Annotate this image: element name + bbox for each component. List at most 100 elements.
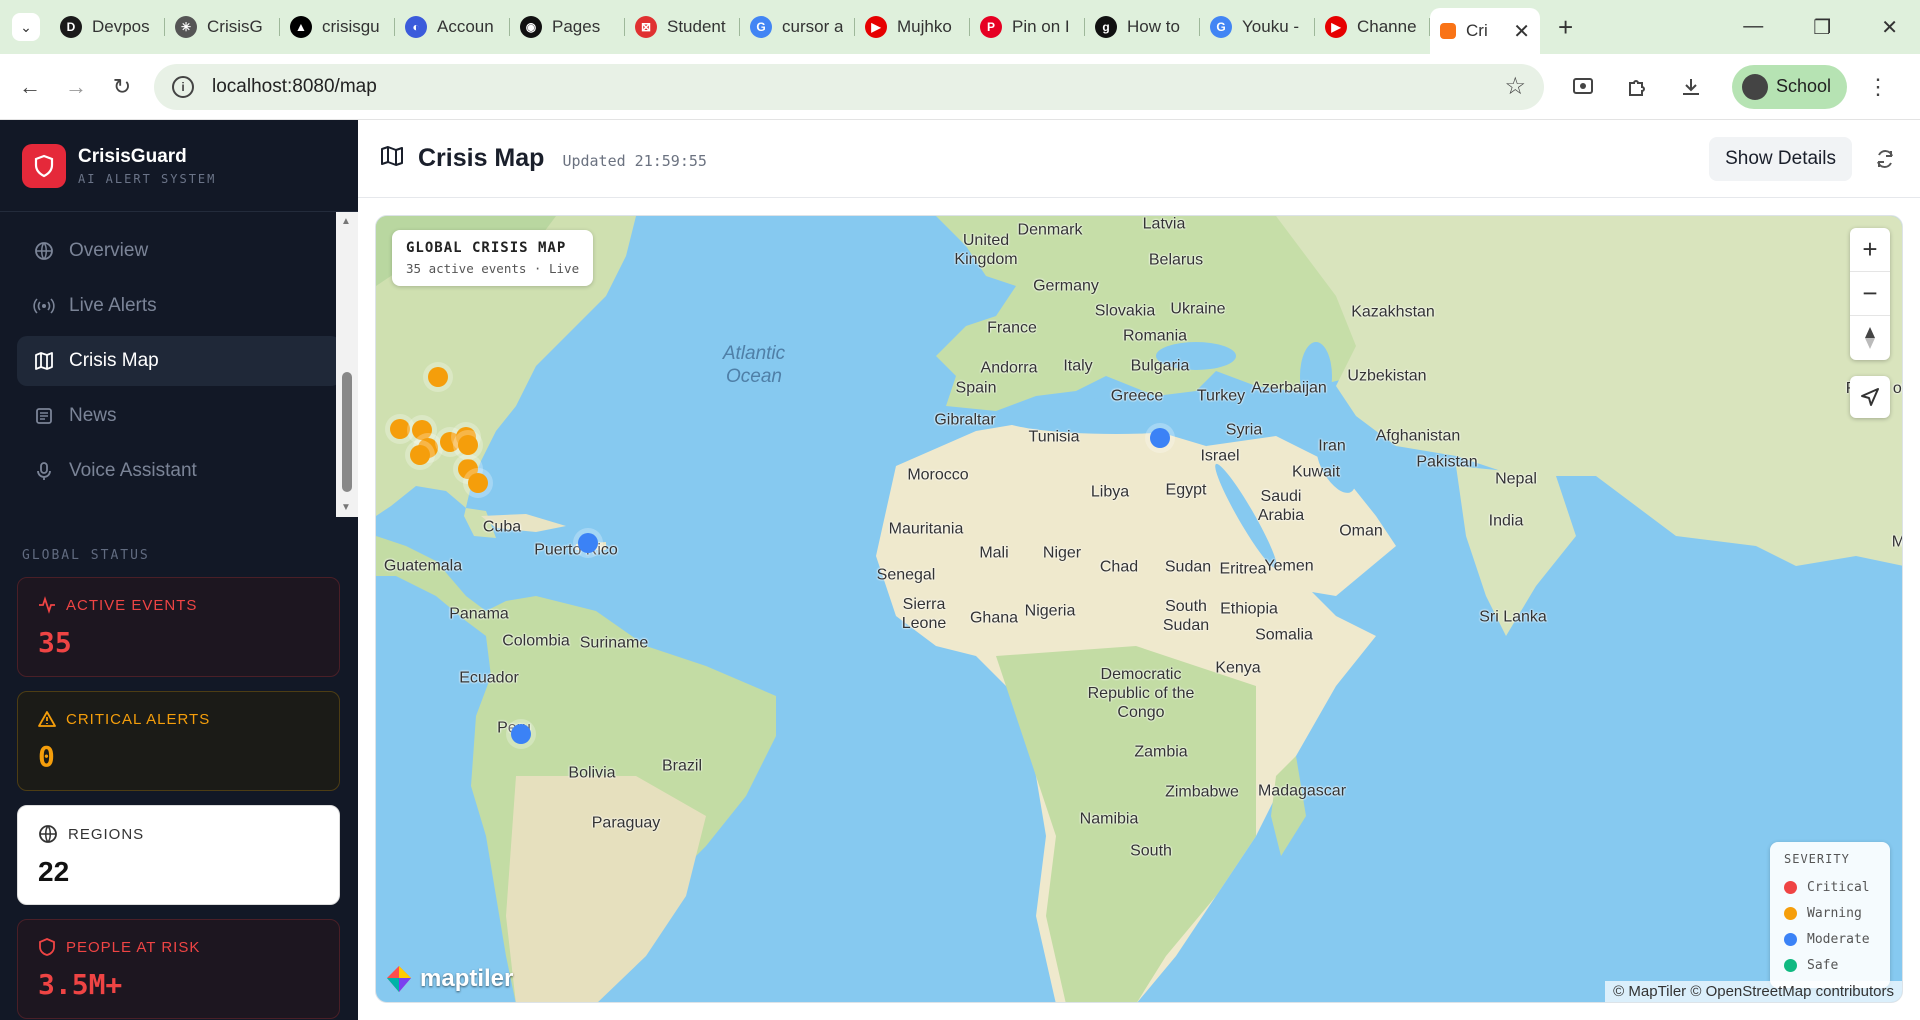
event-marker-warning[interactable] bbox=[390, 419, 410, 439]
map-label: Syria bbox=[1225, 421, 1263, 439]
map-label: Israel bbox=[1200, 447, 1240, 465]
restore-icon[interactable]: ❐ bbox=[1813, 15, 1831, 40]
scrollbar-thumb[interactable] bbox=[342, 372, 352, 492]
browser-tab[interactable]: Gcursor a bbox=[740, 8, 855, 46]
event-marker-moderate[interactable] bbox=[511, 724, 531, 744]
page-title: Crisis Map bbox=[418, 144, 545, 172]
crisis-map[interactable]: Denmark Latvia United Kingdom Belarus German… bbox=[375, 215, 1903, 1003]
event-marker-warning[interactable] bbox=[468, 473, 488, 493]
activity-icon bbox=[38, 596, 56, 614]
map-label: Brazil bbox=[661, 757, 703, 775]
map-label: Oman bbox=[1339, 522, 1383, 540]
location-arrow-icon bbox=[1861, 388, 1879, 406]
map-label: Slovakia bbox=[1094, 302, 1156, 320]
media-icon[interactable] bbox=[1568, 72, 1598, 102]
zoom-out-button[interactable]: − bbox=[1850, 272, 1890, 316]
browser-tab[interactable]: ▶ Channe bbox=[1315, 8, 1430, 46]
severity-moderate: Moderate bbox=[1784, 926, 1876, 952]
sidebar-scrollbar[interactable]: ▲ ▼ bbox=[336, 212, 358, 517]
sidebar-item-overview[interactable]: Overview bbox=[17, 226, 341, 276]
browser-tab[interactable]: ✳ CrisisG bbox=[165, 8, 280, 46]
sidebar-item-voice-assistant[interactable]: Voice Assistant bbox=[17, 446, 341, 496]
map-label: Pakistan bbox=[1416, 453, 1478, 471]
scroll-up-icon[interactable]: ▲ bbox=[341, 216, 351, 227]
stat-card-critical-alerts: CRITICAL ALERTS 0 bbox=[17, 691, 340, 791]
compass-button[interactable] bbox=[1850, 316, 1890, 360]
tab-strip: D Devpos ✳ CrisisG ▲ crisisgu ◐ Accoun ◉ Pages ⊠ St… bbox=[50, 8, 1430, 46]
pinterest-icon: P bbox=[980, 16, 1002, 38]
new-tab-button[interactable]: + bbox=[1558, 12, 1573, 43]
event-marker-warning[interactable] bbox=[410, 445, 430, 465]
back-button[interactable]: ← bbox=[14, 74, 46, 100]
tab-search-button[interactable]: ⌄ bbox=[12, 13, 40, 41]
map-label: South bbox=[1130, 842, 1172, 860]
refresh-icon[interactable] bbox=[1874, 148, 1896, 170]
map-attribution[interactable]: © MapTiler © OpenStreetMap contributors bbox=[1605, 981, 1902, 1002]
browser-tab[interactable]: ◐ Accoun bbox=[395, 8, 510, 46]
map-label: Belarus bbox=[1148, 251, 1204, 269]
maptiler-logo[interactable]: maptiler bbox=[384, 964, 513, 994]
brand-subtitle: AI ALERT SYSTEM bbox=[78, 171, 217, 186]
browser-tab[interactable]: G Youku - bbox=[1200, 8, 1315, 46]
map-label: Sierra Leone bbox=[901, 595, 947, 632]
url-text[interactable]: localhost:8080/map bbox=[212, 76, 377, 98]
show-details-button[interactable]: Show Details bbox=[1709, 136, 1852, 181]
reload-button[interactable]: ↻ bbox=[106, 74, 138, 100]
event-marker-warning[interactable] bbox=[458, 435, 478, 455]
map-icon bbox=[380, 145, 404, 172]
profile-button[interactable]: School bbox=[1732, 64, 1848, 109]
site-info-icon[interactable]: i bbox=[172, 75, 194, 98]
event-marker-moderate[interactable] bbox=[1150, 428, 1170, 448]
active-tab[interactable]: Cri ✕ bbox=[1430, 8, 1540, 54]
chevron-down-icon: ⌄ bbox=[20, 18, 32, 35]
map-label: Andorra bbox=[980, 359, 1038, 377]
map-label: South Sudan bbox=[1162, 597, 1210, 634]
close-window-icon[interactable]: ✕ bbox=[1881, 15, 1898, 40]
address-toolbar: ← → ↻ i localhost:8080/map ☆ School ⋮ bbox=[0, 54, 1920, 120]
event-marker-moderate[interactable] bbox=[578, 533, 598, 553]
google-icon: G bbox=[750, 16, 772, 38]
event-marker-warning[interactable] bbox=[412, 420, 432, 440]
map-label: Atlantic Ocean bbox=[722, 343, 786, 387]
zoom-in-button[interactable]: + bbox=[1850, 228, 1890, 272]
map-label: Namibia bbox=[1079, 810, 1139, 828]
browser-tab[interactable]: ◉ Pages bbox=[510, 8, 625, 46]
newspaper-icon bbox=[33, 405, 55, 427]
url-bar[interactable]: i localhost:8080/map ☆ bbox=[154, 63, 1544, 110]
brand: CrisisGuard AI ALERT SYSTEM bbox=[0, 120, 358, 212]
browser-tab[interactable]: P Pin on I bbox=[970, 8, 1085, 46]
browser-tab[interactable]: ▶ Mujhko bbox=[855, 8, 970, 46]
download-icon[interactable] bbox=[1676, 72, 1706, 102]
window-controls: — ❐ ✕ bbox=[1743, 15, 1920, 40]
event-marker-warning[interactable] bbox=[428, 367, 448, 387]
geolocate-button[interactable] bbox=[1850, 376, 1890, 418]
sidebar-item-news[interactable]: News bbox=[17, 391, 341, 441]
map-label: France bbox=[987, 319, 1037, 337]
forward-button[interactable]: → bbox=[60, 74, 92, 100]
vercel-icon: ▲ bbox=[290, 16, 312, 38]
github-icon: ◉ bbox=[520, 16, 542, 38]
stat-card-regions: REGIONS 22 bbox=[17, 805, 340, 905]
menu-kebab-icon[interactable]: ⋮ bbox=[1867, 74, 1889, 100]
browser-tab[interactable]: g How to bbox=[1085, 8, 1200, 46]
map-label: Kuwait bbox=[1291, 463, 1341, 481]
sidebar-item-crisis-map[interactable]: Crisis Map bbox=[17, 336, 341, 386]
sidebar-item-live-alerts[interactable]: Live Alerts bbox=[17, 281, 341, 331]
bookmark-star-icon[interactable]: ☆ bbox=[1504, 72, 1526, 101]
map-label: Turkey bbox=[1196, 387, 1246, 405]
scroll-down-icon[interactable]: ▼ bbox=[341, 502, 351, 513]
map-label: Ethiopia bbox=[1220, 600, 1278, 618]
extensions-icon[interactable] bbox=[1622, 72, 1652, 102]
genius-icon: g bbox=[1095, 16, 1117, 38]
severity-dot bbox=[1784, 906, 1797, 920]
browser-tab[interactable]: ▲ crisisgu bbox=[280, 8, 395, 46]
severity-title: SEVERITY bbox=[1784, 852, 1850, 866]
browser-tab[interactable]: D Devpos bbox=[50, 8, 165, 46]
shield-logo-icon bbox=[22, 143, 66, 188]
map-title: GLOBAL CRISIS MAP bbox=[406, 240, 567, 256]
browser-tab[interactable]: ⊠ Student bbox=[625, 8, 740, 46]
map-label: Ecuador bbox=[459, 669, 519, 687]
minimize-icon[interactable]: — bbox=[1743, 15, 1763, 40]
close-tab-icon[interactable]: ✕ bbox=[1513, 19, 1530, 44]
maptiler-icon bbox=[387, 966, 411, 992]
